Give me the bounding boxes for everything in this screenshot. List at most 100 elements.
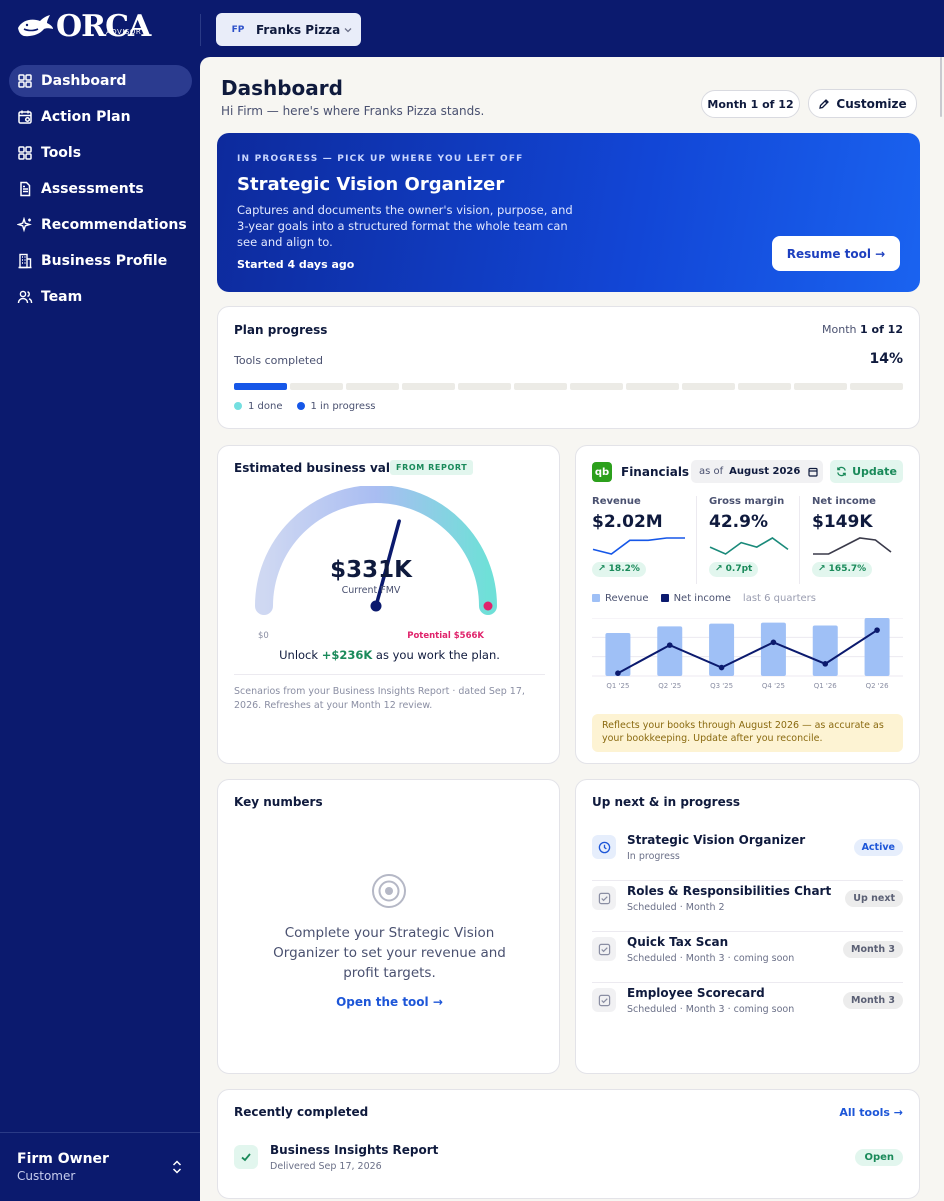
user-role: Customer (17, 1169, 76, 1183)
as-of-date-picker[interactable]: as of August 2026 (691, 460, 823, 483)
up-next-title: Up next & in progress (592, 795, 741, 809)
sidebar-item-action-plan[interactable]: Action Plan (9, 101, 192, 133)
business-selector[interactable]: FP Franks Pizza (216, 13, 361, 46)
plan-progress-segment (234, 383, 287, 390)
key-numbers-message: Complete your Strategic Vision Organizer… (273, 925, 506, 981)
kpi-label: Net income (812, 496, 876, 507)
legend-in-progress: 1 in progress (296, 401, 376, 412)
sparkline-path (709, 537, 789, 555)
plan-progress-segment (514, 383, 567, 390)
from-report-badge: FROM REPORT (390, 460, 474, 475)
sidebar: ORCA ADVISOR Dashboard Action Plan Tools… (0, 0, 200, 1201)
resume-banner: IN PROGRESS — PICK UP WHERE YOU LEFT OFF… (217, 133, 920, 292)
plan-legend: 1 done 1 in progress (234, 401, 376, 412)
net-income-point (666, 642, 673, 648)
quickbooks-logo: qb (592, 462, 612, 482)
sparkline-path (813, 537, 892, 555)
potential-value-label: Potential $566K (407, 631, 484, 641)
sidebar-item-label: Business Profile (41, 253, 168, 269)
kpi-gross-margin: Gross margin 42.9% ↗ 0.7pt (709, 496, 797, 584)
kpi-revenue: Revenue $2.02M ↗ 18.2% (592, 496, 687, 584)
plan-progress-segment (794, 383, 847, 390)
financials-chart-legend: Revenue Net income last 6 quarters (592, 593, 816, 604)
scrollbar[interactable] (940, 57, 942, 117)
plan-month: Month 1 of 12 (822, 323, 903, 336)
x-tick-label: Q4 '25 (762, 682, 785, 690)
chevron-up-down-icon (172, 1160, 182, 1174)
page-title: Dashboard (221, 76, 343, 100)
team-icon (17, 290, 33, 304)
sidebar-item-tools[interactable]: Tools (9, 137, 192, 169)
banner-eyebrow: IN PROGRESS — PICK UP WHERE YOU LEFT OFF (237, 154, 524, 164)
x-tick-label: Q1 '25 (606, 682, 629, 690)
gauge-hub (370, 600, 382, 612)
x-tick-label: Q2 '25 (658, 682, 681, 690)
open-tool-link[interactable]: Open the tool → (218, 995, 561, 1009)
sidebar-item-dashboard[interactable]: Dashboard (9, 65, 192, 97)
legend-revenue-swatch (592, 594, 600, 602)
net-income-point (615, 670, 621, 676)
key-numbers-title: Key numbers (234, 795, 323, 809)
refresh-icon (837, 466, 846, 477)
banner-description: Captures and documents the owner's visio… (237, 203, 573, 249)
as-of-value: August 2026 (729, 466, 801, 477)
calendar-icon (18, 110, 32, 124)
sidebar-item-team[interactable]: Team (9, 281, 192, 313)
kpi-value: $149K (812, 512, 873, 532)
completed-item-subtitle: Delivered Sep 17, 2026 (270, 1161, 382, 1172)
calendar-icon (808, 467, 818, 477)
orca-whale-icon (18, 15, 53, 37)
x-tick-label: Q1 '26 (814, 682, 838, 690)
business-initials: FP (231, 24, 245, 35)
business-name: Franks Pizza (256, 22, 341, 37)
task-item[interactable]: Strategic Vision Organizer In progress A… (592, 830, 903, 881)
task-badge: Up next (845, 890, 903, 907)
tools-completed-label: Tools completed (234, 354, 323, 367)
sidebar-item-label: Assessments (41, 181, 144, 197)
financials-note: Reflects your books through August 2026 … (592, 714, 903, 752)
page-subtitle: Hi Firm — here's where Franks Pizza stan… (221, 104, 485, 118)
financials-title: Financials (621, 465, 690, 479)
brand-logo[interactable]: ORCA (16, 9, 151, 44)
resume-tool-button[interactable]: Resume tool → (772, 236, 900, 271)
open-button[interactable]: Open (855, 1149, 903, 1166)
document-icon (20, 181, 31, 197)
kpi-sparkline (813, 537, 892, 555)
gauge-potential-marker (483, 601, 493, 611)
task-item[interactable]: Employee Scorecard Scheduled · Month 3 ·… (592, 983, 903, 1034)
month-button[interactable]: Month 1 of 12 (701, 90, 800, 118)
value-gauge: $331K Current FMV $0 Potential $566K (255, 486, 497, 641)
brand-name: ORCA (56, 9, 151, 44)
task-title: Quick Tax Scan (627, 935, 729, 949)
user-menu[interactable]: Firm Owner Customer (0, 1132, 200, 1201)
sidebar-item-business-profile[interactable]: Business Profile (9, 245, 192, 277)
sidebar-item-assessments[interactable]: Assessments (9, 173, 192, 205)
legend-revenue: Revenue (592, 593, 649, 604)
user-name: Firm Owner (17, 1151, 109, 1167)
kpi-net-income: Net income $149K ↗ 165.7% (812, 496, 904, 584)
kpi-divider (696, 496, 697, 584)
plan-progress-bar (234, 383, 903, 390)
customize-button[interactable]: Customize (808, 89, 917, 118)
topbar: FP Franks Pizza (200, 0, 944, 57)
unlock-prefix: Unlock (279, 648, 319, 662)
update-button[interactable]: Update (830, 460, 903, 483)
plan-month-value: 1 of 12 (860, 323, 903, 336)
sparkline-path (592, 537, 685, 555)
plan-progress-title: Plan progress (234, 323, 328, 337)
update-label: Update (852, 465, 897, 478)
all-tools-link[interactable]: All tools → (839, 1106, 903, 1119)
completed-item-title[interactable]: Business Insights Report (270, 1143, 438, 1157)
sidebar-item-recommendations[interactable]: Recommendations (9, 209, 192, 241)
divider (234, 674, 545, 675)
recently-completed-card: Recently completed All tools → Business … (217, 1089, 920, 1199)
sidebar-item-label: Dashboard (41, 73, 127, 89)
value-footnote: Scenarios from your Business Insights Re… (234, 686, 525, 711)
plan-progress-segment (570, 383, 623, 390)
task-item[interactable]: Roles & Responsibilities Chart Scheduled… (592, 881, 903, 932)
kpi-divider (799, 496, 800, 584)
financials-card: qb Financials as of August 2026 Update R… (575, 445, 920, 764)
plan-progress-segment (458, 383, 511, 390)
task-item[interactable]: Quick Tax Scan Scheduled · Month 3 · com… (592, 932, 903, 983)
revenue-bar (864, 618, 890, 676)
